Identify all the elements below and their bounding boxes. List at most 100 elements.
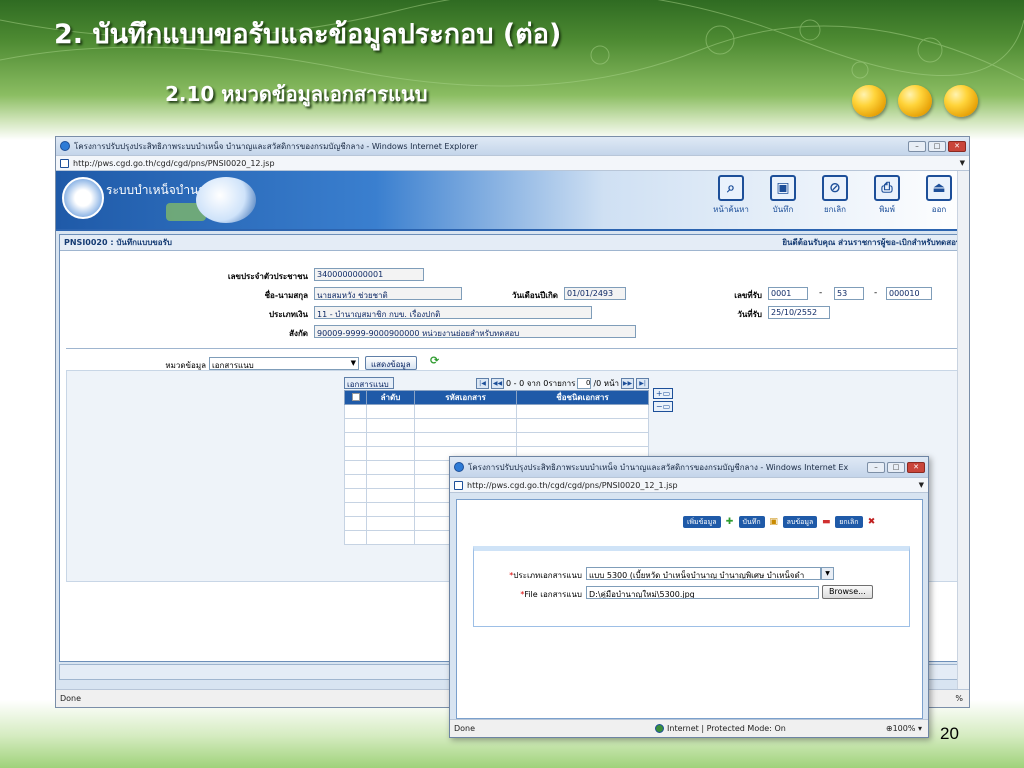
cancel-button[interactable]: ⊘ ยกเลิก: [813, 175, 857, 216]
popup-address-bar[interactable]: http://pws.cgd.go.th/cgd/cgd/pns/PNSI002…: [450, 477, 928, 493]
gold-ball-icon: [852, 85, 886, 117]
table-cell: [344, 516, 367, 531]
save-icon: ▣: [770, 175, 796, 201]
popup-cancel-button[interactable]: ยกเลิก: [835, 516, 863, 528]
money-type-label: ประเภทเงิน: [268, 310, 308, 319]
popup-save-button[interactable]: บันทึก: [738, 516, 765, 528]
money-type-field[interactable]: 11 - บำนาญสมาชิก กบข. เรื่องปกติ: [314, 306, 592, 319]
table-cell: [516, 418, 649, 433]
slide-title: 2. บันทึกแบบขอรับและข้อมูลประกอบ (ต่อ): [54, 19, 562, 50]
add-row-button[interactable]: +▭: [653, 388, 673, 399]
column-header: รหัสเอกสาร: [414, 390, 517, 405]
ie-icon: [60, 141, 70, 151]
save-icon[interactable]: ▣: [768, 516, 780, 528]
first-page-button[interactable]: |◀: [476, 378, 489, 389]
remove-row-button[interactable]: −▭: [653, 401, 673, 412]
receive-number-label: เลขที่รับ: [734, 291, 762, 300]
browse-button[interactable]: Browse...: [822, 585, 873, 599]
page-input[interactable]: 0: [577, 378, 592, 389]
add-data-button[interactable]: เพิ่มข้อมูล: [683, 516, 721, 528]
ie-icon: [454, 462, 464, 472]
zoom-level[interactable]: %: [955, 694, 963, 703]
table-cell: [366, 516, 415, 531]
popup-browser-window: โครงการปรับปรุงประสิทธิภาพระบบบำเหน็จ บำ…: [449, 456, 929, 738]
page-icon: [454, 480, 463, 490]
table-cell: [344, 474, 367, 489]
print-icon: ⎙: [874, 175, 900, 201]
delete-data-button[interactable]: ลบข้อมูล: [782, 516, 818, 528]
column-header: ชื่อชนิดเอกสาร: [516, 390, 649, 405]
next-page-button[interactable]: ▶▶: [621, 378, 635, 389]
address-bar[interactable]: http://pws.cgd.go.th/cgd/cgd/pns/PNSI002…: [56, 155, 969, 171]
tool-label: หน้าค้นหา: [713, 205, 749, 214]
tab-attachments[interactable]: เอกสารแนบ: [344, 377, 394, 389]
chevron-down-icon[interactable]: ▼: [960, 159, 965, 167]
globe-icon: [655, 724, 665, 733]
close-button[interactable]: ✕: [948, 140, 966, 152]
save-button[interactable]: ▣ บันทึก: [761, 175, 805, 216]
popup-status-bar: Done Internet | Protected Mode: On ⊕100%…: [450, 719, 928, 737]
show-data-button[interactable]: แสดงข้อมูล: [365, 356, 417, 370]
receive-number-field-2[interactable]: 53: [834, 287, 864, 300]
tool-label: พิมพ์: [879, 205, 895, 214]
logo: [62, 177, 104, 219]
delete-icon[interactable]: ▬: [820, 516, 832, 528]
receive-number-field-1[interactable]: 0001: [768, 287, 808, 300]
table-cell: [366, 418, 415, 433]
add-icon[interactable]: ✚: [724, 516, 736, 528]
name-label: ชื่อ-นามสกุล: [264, 291, 308, 300]
table-cell: [344, 488, 367, 503]
select-all-checkbox[interactable]: [344, 390, 367, 405]
close-icon[interactable]: ✖: [866, 516, 878, 528]
address-url[interactable]: http://pws.cgd.go.th/cgd/cgd/pns/PNSI002…: [73, 159, 275, 168]
exit-icon: ⏏: [926, 175, 952, 201]
slide-subtitle: 2.10 หมวดข้อมูลเอกสารแนบ: [165, 82, 428, 106]
category-select[interactable]: เอกสารแนบ ▼: [209, 357, 359, 370]
doc-type-select[interactable]: แบบ 5300 (เบี้ยหวัด บำเหน็จบำนาญ บำนาญพิ…: [586, 567, 821, 580]
minimize-button[interactable]: –: [867, 461, 885, 473]
minimize-button[interactable]: –: [908, 140, 926, 152]
receive-date-field[interactable]: 25/10/2552: [768, 306, 830, 319]
gold-ball-icon: [898, 85, 932, 117]
table-cell: [414, 418, 517, 433]
id-field[interactable]: 3400000000001: [314, 268, 424, 281]
chevron-down-icon[interactable]: ▼: [919, 481, 924, 489]
dept-field[interactable]: 90009-9999-9000900000 หน่วยงานย่อยสำหรับ…: [314, 325, 636, 338]
category-selected: เอกสารแนบ: [212, 361, 254, 370]
zoom-value: 100%: [892, 724, 916, 733]
file-path-input[interactable]: D:\คู่มือบำนาญใหม่\5300.jpg: [586, 586, 819, 599]
form-header: PNSI0020 : บันทึกแบบขอรับ ยินดีต้อนรับคุ…: [60, 235, 965, 251]
zone-text: Internet | Protected Mode: On: [667, 724, 786, 733]
divider: [66, 348, 959, 349]
search-page-button[interactable]: ⌕ หน้าค้นหา: [709, 175, 753, 216]
maximize-button[interactable]: □: [928, 140, 946, 152]
birth-field[interactable]: 01/01/2493: [564, 287, 626, 300]
app-header: ระบบบำเหน็จบำนาญฯ ⌕ หน้าค้นหา ▣ บันทึก ⊘…: [56, 171, 969, 231]
cancel-icon: ⊘: [822, 175, 848, 201]
id-label: เลขประจำตัวประชาชน: [227, 272, 308, 281]
maximize-button[interactable]: □: [887, 461, 905, 473]
popup-zoom[interactable]: ⊕100% ▾: [886, 724, 922, 733]
print-button[interactable]: ⎙ พิมพ์: [865, 175, 909, 216]
dept-label: สังกัด: [289, 329, 308, 338]
last-page-button[interactable]: ▶|: [636, 378, 650, 389]
dash-separator: -: [819, 288, 823, 298]
table-cell: [516, 404, 649, 419]
tool-label: บันทึก: [772, 205, 794, 214]
vertical-scrollbar[interactable]: [957, 171, 969, 689]
prev-page-button[interactable]: ◀◀: [491, 378, 504, 389]
people-graphic: [196, 177, 256, 223]
chevron-down-icon: ▼: [350, 359, 356, 367]
close-button[interactable]: ✕: [907, 461, 925, 473]
table-cell: [366, 474, 415, 489]
chevron-down-icon[interactable]: ▼: [821, 567, 834, 580]
name-field[interactable]: นายสมหวัง ช่วยชาติ: [314, 287, 462, 300]
refresh-icon[interactable]: ⟳: [430, 354, 439, 367]
receive-number-field-3[interactable]: 000010: [886, 287, 932, 300]
popup-url[interactable]: http://pws.cgd.go.th/cgd/cgd/pns/PNSI002…: [467, 481, 678, 490]
table-cell: [344, 460, 367, 475]
app-toolbar: ⌕ หน้าค้นหา ▣ บันทึก ⊘ ยกเลิก ⎙ พิมพ์ ⏏ …: [709, 175, 961, 216]
exit-button[interactable]: ⏏ ออก: [917, 175, 961, 216]
popup-actions: เพิ่มข้อมูล ✚ บันทึก ▣ ลบข้อมูล ▬ ยกเลิก…: [683, 516, 878, 528]
window-titlebar: โครงการปรับปรุงประสิทธิภาพระบบบำเหน็จ บำ…: [56, 137, 969, 155]
